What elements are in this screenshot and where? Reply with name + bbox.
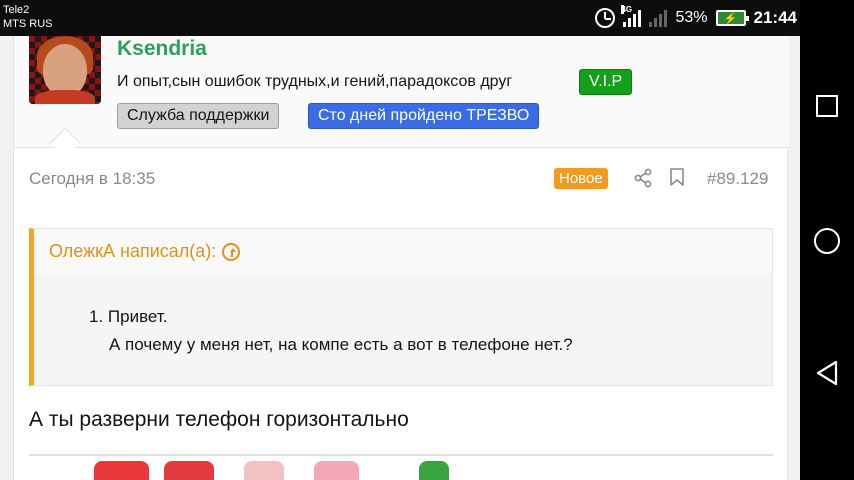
back-icon[interactable] — [814, 360, 840, 386]
nav-bar — [800, 0, 854, 480]
alarm-icon — [595, 8, 616, 28]
divider — [29, 454, 773, 456]
quote-header: ОлежкА написал(а): — [34, 229, 772, 274]
signal-icon: 4G — [621, 5, 642, 27]
quote-author: ОлежкА написал(а): — [49, 241, 217, 261]
sober-badge: Сто дней пройдено ТРЕЗВО — [308, 103, 540, 129]
square-icon[interactable] — [816, 95, 838, 117]
forum-page: Ksendria И опыт,сын ошибок трудных,и ген… — [0, 36, 800, 480]
post-number[interactable]: #89.129 — [707, 169, 768, 189]
circle-icon[interactable] — [814, 228, 840, 254]
status-icons: 4G 53% ⚡ 21:44 — [595, 0, 797, 36]
share-icon[interactable] — [634, 168, 652, 188]
clock: 21:44 — [753, 8, 797, 27]
network-type: 4G — [621, 5, 633, 14]
quote-author-link[interactable]: ОлежкА написал(а): — [49, 241, 241, 262]
battery-percent: 53% — [675, 9, 708, 26]
post-card: Ksendria И опыт,сын ошибок трудных,и ген… — [13, 36, 789, 480]
reply-text: А ты разверни телефон горизонтально — [29, 408, 409, 431]
author-name[interactable]: Ksendria — [117, 37, 207, 61]
author-block: Ksendria И опыт,сын ошибок трудных,и ген… — [14, 36, 789, 159]
author-title: И опыт,сын ошибок трудных,и гений,парадо… — [117, 73, 513, 90]
sticker-image — [94, 461, 474, 480]
signal-2-icon — [649, 9, 668, 27]
post-date[interactable]: Сегодня в 18:35 — [29, 169, 155, 189]
quote-line-1: 1. Привет. — [89, 307, 168, 326]
vip-badge: V.I.P — [579, 69, 633, 95]
carrier-1: Tele2 — [3, 4, 30, 16]
carrier-2: MTS RUS — [3, 18, 53, 30]
support-badge: Служба поддержки — [117, 103, 280, 129]
post-meta: Сегодня в 18:35 Новое #89.129 — [14, 148, 789, 208]
quote-block: ОлежкА написал(а): 1. Привет. А почему у… — [29, 228, 773, 386]
new-badge: Новое — [554, 168, 608, 189]
carrier-info: Tele2 MTS RUS — [3, 3, 53, 31]
battery-icon: ⚡ — [715, 10, 749, 26]
quote-line-2: А почему у меня нет, на компе есть а вот… — [109, 335, 573, 354]
avatar[interactable] — [29, 36, 101, 104]
bookmark-icon[interactable] — [670, 168, 684, 186]
arrow-up-circle-icon[interactable] — [222, 242, 241, 261]
status-bar: Tele2 MTS RUS 4G 53% ⚡ 21:44 — [0, 0, 800, 36]
